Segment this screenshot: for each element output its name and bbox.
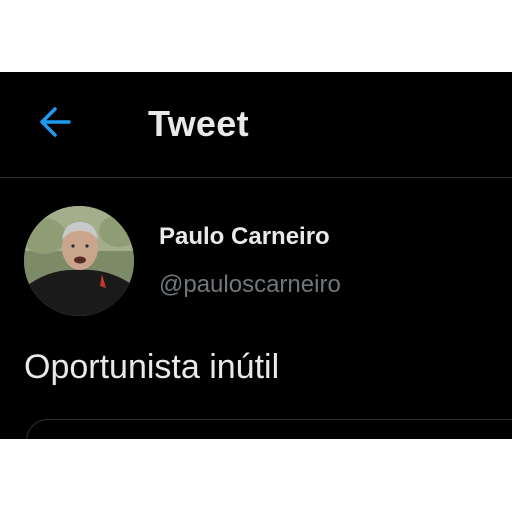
header-bar: Tweet: [0, 72, 512, 178]
page-title: Tweet: [148, 103, 249, 144]
author-handle[interactable]: @pauloscarneiro: [159, 270, 341, 300]
header-divider: [0, 177, 512, 178]
embedded-tweet-card[interactable]: [26, 419, 512, 439]
tweet-text: Oportunista inútil: [24, 348, 280, 386]
arrow-left-icon: [33, 102, 81, 142]
tweet-screen: Tweet Paulo Carneiro @pauloscarneiro Opo…: [0, 72, 512, 439]
author-display-name[interactable]: Paulo Carneiro: [159, 222, 330, 252]
avatar[interactable]: [24, 206, 134, 316]
back-button[interactable]: [33, 102, 81, 142]
